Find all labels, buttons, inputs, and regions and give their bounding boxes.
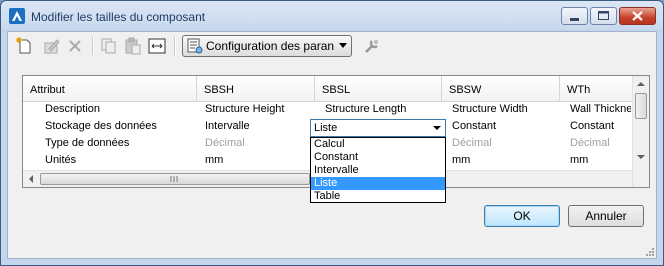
column-header-attribut[interactable]: Attribut [23,76,197,102]
horizontal-scroll-thumb[interactable] [40,173,310,185]
dropdown-option-calcul[interactable]: Calcul [311,138,445,151]
grid-cell: Décimal [570,137,610,149]
title-bar[interactable]: Modifier les tailles du composant [1,1,663,31]
size-parameters-icon[interactable] [148,37,166,55]
row-label-storage: Stockage des données [45,120,157,132]
edit-icon [44,39,60,54]
dropdown-option-constant[interactable]: Constant [311,151,445,164]
row-label-data-type: Type de données [45,137,130,149]
chevron-down-icon [433,126,441,130]
row-label-units: Unités [45,154,77,166]
grid-cell[interactable]: mm [449,153,559,170]
grid-cell: Décimal [205,137,245,149]
chevron-down-icon [339,43,347,48]
vertical-scroll-thumb[interactable] [635,93,647,119]
toolbar-separator [174,37,176,55]
grid-cell[interactable]: Constant [449,119,559,136]
dialog-client-area: Configuration des paran Attribut SBSH SB… [7,31,657,259]
column-header-wth[interactable]: WTh [560,76,632,102]
grid-cell[interactable]: Constant [567,119,631,136]
storage-type-dropdown-list: Calcul Constant Intervalle Liste Table [310,137,446,203]
toolbar: Configuration des paran [8,32,656,60]
grid-cell[interactable]: mm [202,153,314,170]
grid-cell[interactable]: Structure Height [202,102,314,119]
column-header-sbsl[interactable]: SBSL [315,76,442,102]
combobox-value: Liste [314,122,338,134]
scroll-up-icon[interactable] [637,81,645,87]
paste-icon [125,37,141,55]
maximize-icon [598,11,609,20]
toolbar-separator [92,37,94,55]
column-header-sbsh[interactable]: SBSH [197,76,315,102]
configuration-icon [187,38,203,54]
grid-cell[interactable]: Wall Thickne [567,102,631,119]
row-label-description: Description [45,103,101,115]
close-button[interactable] [619,7,656,25]
grip-icon [170,176,178,182]
resize-grip-icon[interactable] [644,246,654,256]
storage-type-combobox[interactable]: Liste [310,119,446,137]
combobox-open-button[interactable] [430,120,445,136]
delete-icon [69,40,81,52]
scroll-left-icon[interactable] [28,175,34,183]
minimize-icon [570,18,579,21]
close-icon [632,11,643,21]
grid-cell: Décimal [452,137,492,149]
dropdown-option-intervalle[interactable]: Intervalle [311,164,445,177]
autocad-logo-icon [9,8,25,24]
minimize-button[interactable] [561,7,588,25]
cancel-button[interactable]: Annuler [568,205,644,227]
window-title: Modifier les tailles du composant [31,10,206,24]
grid-cell[interactable]: Structure Length [322,102,440,119]
dropdown-option-table[interactable]: Table [311,190,445,203]
maximize-button[interactable] [590,7,617,25]
column-header-sbsw[interactable]: SBSW [442,76,560,102]
wrench-icon [365,40,378,53]
dialog-window: Modifier les tailles du composant Config… [0,0,664,266]
configuration-label: Configuration des paran [206,39,335,53]
grid-cell[interactable]: Structure Width [449,102,559,119]
dropdown-option-liste[interactable]: Liste [311,177,445,190]
ok-button[interactable]: OK [484,205,560,227]
grid-cell[interactable]: mm [567,153,631,170]
scroll-down-icon[interactable] [637,154,645,160]
copy-icon [101,38,116,54]
grid-cell[interactable]: Intervalle [202,119,314,136]
configuration-dropdown-button[interactable]: Configuration des paran [182,35,352,57]
new-size-icon[interactable] [16,37,34,55]
vertical-scrollbar[interactable] [632,76,649,187]
